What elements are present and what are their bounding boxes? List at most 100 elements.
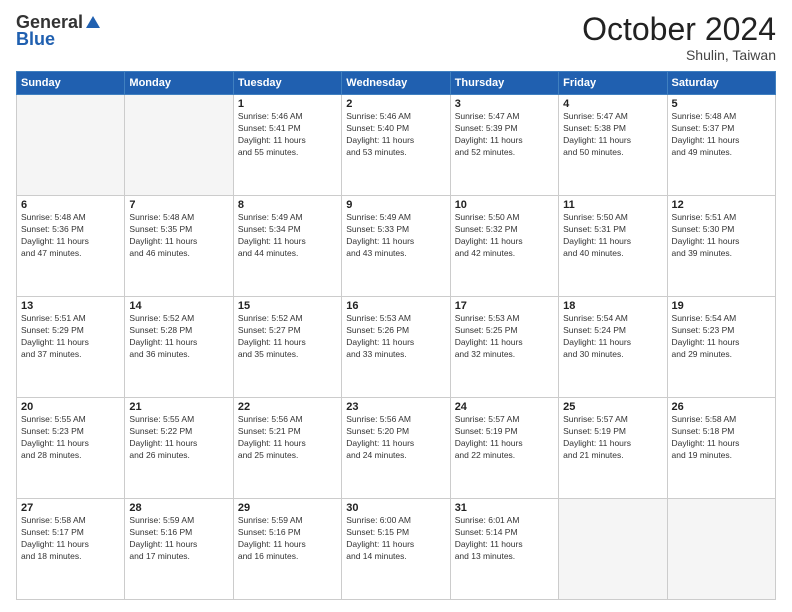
calendar-cell: 5Sunrise: 5:48 AM Sunset: 5:37 PM Daylig… xyxy=(667,95,775,196)
calendar-cell: 19Sunrise: 5:54 AM Sunset: 5:23 PM Dayli… xyxy=(667,297,775,398)
day-info: Sunrise: 5:58 AM Sunset: 5:17 PM Dayligh… xyxy=(21,515,120,563)
calendar-cell: 14Sunrise: 5:52 AM Sunset: 5:28 PM Dayli… xyxy=(125,297,233,398)
calendar-cell: 18Sunrise: 5:54 AM Sunset: 5:24 PM Dayli… xyxy=(559,297,667,398)
day-info: Sunrise: 6:01 AM Sunset: 5:14 PM Dayligh… xyxy=(455,515,554,563)
day-number: 8 xyxy=(238,199,337,211)
day-number: 13 xyxy=(21,300,120,312)
day-info: Sunrise: 5:47 AM Sunset: 5:39 PM Dayligh… xyxy=(455,111,554,159)
day-info: Sunrise: 5:50 AM Sunset: 5:31 PM Dayligh… xyxy=(563,212,662,260)
calendar-week-3: 20Sunrise: 5:55 AM Sunset: 5:23 PM Dayli… xyxy=(17,398,776,499)
day-number: 6 xyxy=(21,199,120,211)
day-info: Sunrise: 5:52 AM Sunset: 5:28 PM Dayligh… xyxy=(129,313,228,361)
calendar-week-1: 6Sunrise: 5:48 AM Sunset: 5:36 PM Daylig… xyxy=(17,196,776,297)
day-info: Sunrise: 5:55 AM Sunset: 5:22 PM Dayligh… xyxy=(129,414,228,462)
day-info: Sunrise: 5:53 AM Sunset: 5:26 PM Dayligh… xyxy=(346,313,445,361)
calendar-cell: 29Sunrise: 5:59 AM Sunset: 5:16 PM Dayli… xyxy=(233,499,341,600)
day-number: 23 xyxy=(346,401,445,413)
calendar-cell: 12Sunrise: 5:51 AM Sunset: 5:30 PM Dayli… xyxy=(667,196,775,297)
weekday-monday: Monday xyxy=(125,72,233,95)
calendar-cell: 17Sunrise: 5:53 AM Sunset: 5:25 PM Dayli… xyxy=(450,297,558,398)
calendar-cell: 3Sunrise: 5:47 AM Sunset: 5:39 PM Daylig… xyxy=(450,95,558,196)
calendar-cell: 4Sunrise: 5:47 AM Sunset: 5:38 PM Daylig… xyxy=(559,95,667,196)
logo: General Blue xyxy=(16,12,103,50)
day-info: Sunrise: 5:53 AM Sunset: 5:25 PM Dayligh… xyxy=(455,313,554,361)
day-number: 9 xyxy=(346,199,445,211)
weekday-header-row: SundayMondayTuesdayWednesdayThursdayFrid… xyxy=(17,72,776,95)
weekday-wednesday: Wednesday xyxy=(342,72,450,95)
day-info: Sunrise: 5:48 AM Sunset: 5:35 PM Dayligh… xyxy=(129,212,228,260)
weekday-thursday: Thursday xyxy=(450,72,558,95)
calendar-cell: 9Sunrise: 5:49 AM Sunset: 5:33 PM Daylig… xyxy=(342,196,450,297)
weekday-sunday: Sunday xyxy=(17,72,125,95)
day-number: 17 xyxy=(455,300,554,312)
calendar-cell: 27Sunrise: 5:58 AM Sunset: 5:17 PM Dayli… xyxy=(17,499,125,600)
weekday-friday: Friday xyxy=(559,72,667,95)
calendar-cell: 24Sunrise: 5:57 AM Sunset: 5:19 PM Dayli… xyxy=(450,398,558,499)
day-number: 22 xyxy=(238,401,337,413)
calendar-cell: 31Sunrise: 6:01 AM Sunset: 5:14 PM Dayli… xyxy=(450,499,558,600)
day-number: 5 xyxy=(672,98,771,110)
calendar-cell: 11Sunrise: 5:50 AM Sunset: 5:31 PM Dayli… xyxy=(559,196,667,297)
day-info: Sunrise: 5:51 AM Sunset: 5:30 PM Dayligh… xyxy=(672,212,771,260)
calendar-table: SundayMondayTuesdayWednesdayThursdayFrid… xyxy=(16,71,776,600)
calendar-week-2: 13Sunrise: 5:51 AM Sunset: 5:29 PM Dayli… xyxy=(17,297,776,398)
day-number: 16 xyxy=(346,300,445,312)
day-info: Sunrise: 5:47 AM Sunset: 5:38 PM Dayligh… xyxy=(563,111,662,159)
day-number: 19 xyxy=(672,300,771,312)
day-number: 20 xyxy=(21,401,120,413)
day-number: 29 xyxy=(238,502,337,514)
calendar-cell: 6Sunrise: 5:48 AM Sunset: 5:36 PM Daylig… xyxy=(17,196,125,297)
calendar-cell xyxy=(559,499,667,600)
logo-icon xyxy=(84,14,102,32)
day-number: 1 xyxy=(238,98,337,110)
calendar-cell: 28Sunrise: 5:59 AM Sunset: 5:16 PM Dayli… xyxy=(125,499,233,600)
calendar-cell: 30Sunrise: 6:00 AM Sunset: 5:15 PM Dayli… xyxy=(342,499,450,600)
day-number: 18 xyxy=(563,300,662,312)
location: Shulin, Taiwan xyxy=(582,47,776,63)
day-number: 11 xyxy=(563,199,662,211)
day-info: Sunrise: 5:52 AM Sunset: 5:27 PM Dayligh… xyxy=(238,313,337,361)
day-info: Sunrise: 5:59 AM Sunset: 5:16 PM Dayligh… xyxy=(129,515,228,563)
calendar-cell: 10Sunrise: 5:50 AM Sunset: 5:32 PM Dayli… xyxy=(450,196,558,297)
day-info: Sunrise: 5:55 AM Sunset: 5:23 PM Dayligh… xyxy=(21,414,120,462)
header: General Blue October 2024 Shulin, Taiwan xyxy=(16,12,776,63)
day-info: Sunrise: 5:49 AM Sunset: 5:34 PM Dayligh… xyxy=(238,212,337,260)
day-info: Sunrise: 5:48 AM Sunset: 5:37 PM Dayligh… xyxy=(672,111,771,159)
calendar-cell: 16Sunrise: 5:53 AM Sunset: 5:26 PM Dayli… xyxy=(342,297,450,398)
day-number: 3 xyxy=(455,98,554,110)
day-number: 27 xyxy=(21,502,120,514)
calendar-cell: 13Sunrise: 5:51 AM Sunset: 5:29 PM Dayli… xyxy=(17,297,125,398)
calendar-cell xyxy=(125,95,233,196)
calendar-cell: 20Sunrise: 5:55 AM Sunset: 5:23 PM Dayli… xyxy=(17,398,125,499)
calendar-cell: 8Sunrise: 5:49 AM Sunset: 5:34 PM Daylig… xyxy=(233,196,341,297)
day-info: Sunrise: 5:54 AM Sunset: 5:23 PM Dayligh… xyxy=(672,313,771,361)
day-number: 30 xyxy=(346,502,445,514)
day-number: 26 xyxy=(672,401,771,413)
day-info: Sunrise: 5:49 AM Sunset: 5:33 PM Dayligh… xyxy=(346,212,445,260)
month-title: October 2024 xyxy=(582,12,776,47)
calendar-cell: 25Sunrise: 5:57 AM Sunset: 5:19 PM Dayli… xyxy=(559,398,667,499)
day-info: Sunrise: 6:00 AM Sunset: 5:15 PM Dayligh… xyxy=(346,515,445,563)
day-number: 12 xyxy=(672,199,771,211)
day-info: Sunrise: 5:50 AM Sunset: 5:32 PM Dayligh… xyxy=(455,212,554,260)
calendar-cell: 21Sunrise: 5:55 AM Sunset: 5:22 PM Dayli… xyxy=(125,398,233,499)
calendar-cell: 22Sunrise: 5:56 AM Sunset: 5:21 PM Dayli… xyxy=(233,398,341,499)
weekday-saturday: Saturday xyxy=(667,72,775,95)
day-info: Sunrise: 5:54 AM Sunset: 5:24 PM Dayligh… xyxy=(563,313,662,361)
day-info: Sunrise: 5:48 AM Sunset: 5:36 PM Dayligh… xyxy=(21,212,120,260)
day-number: 24 xyxy=(455,401,554,413)
calendar-cell: 7Sunrise: 5:48 AM Sunset: 5:35 PM Daylig… xyxy=(125,196,233,297)
logo-blue-text: Blue xyxy=(16,29,55,50)
day-number: 31 xyxy=(455,502,554,514)
day-number: 25 xyxy=(563,401,662,413)
day-number: 15 xyxy=(238,300,337,312)
calendar-cell: 26Sunrise: 5:58 AM Sunset: 5:18 PM Dayli… xyxy=(667,398,775,499)
day-number: 2 xyxy=(346,98,445,110)
calendar-cell: 2Sunrise: 5:46 AM Sunset: 5:40 PM Daylig… xyxy=(342,95,450,196)
calendar-week-0: 1Sunrise: 5:46 AM Sunset: 5:41 PM Daylig… xyxy=(17,95,776,196)
day-number: 7 xyxy=(129,199,228,211)
day-number: 4 xyxy=(563,98,662,110)
day-info: Sunrise: 5:56 AM Sunset: 5:20 PM Dayligh… xyxy=(346,414,445,462)
calendar-cell: 15Sunrise: 5:52 AM Sunset: 5:27 PM Dayli… xyxy=(233,297,341,398)
calendar-cell xyxy=(667,499,775,600)
